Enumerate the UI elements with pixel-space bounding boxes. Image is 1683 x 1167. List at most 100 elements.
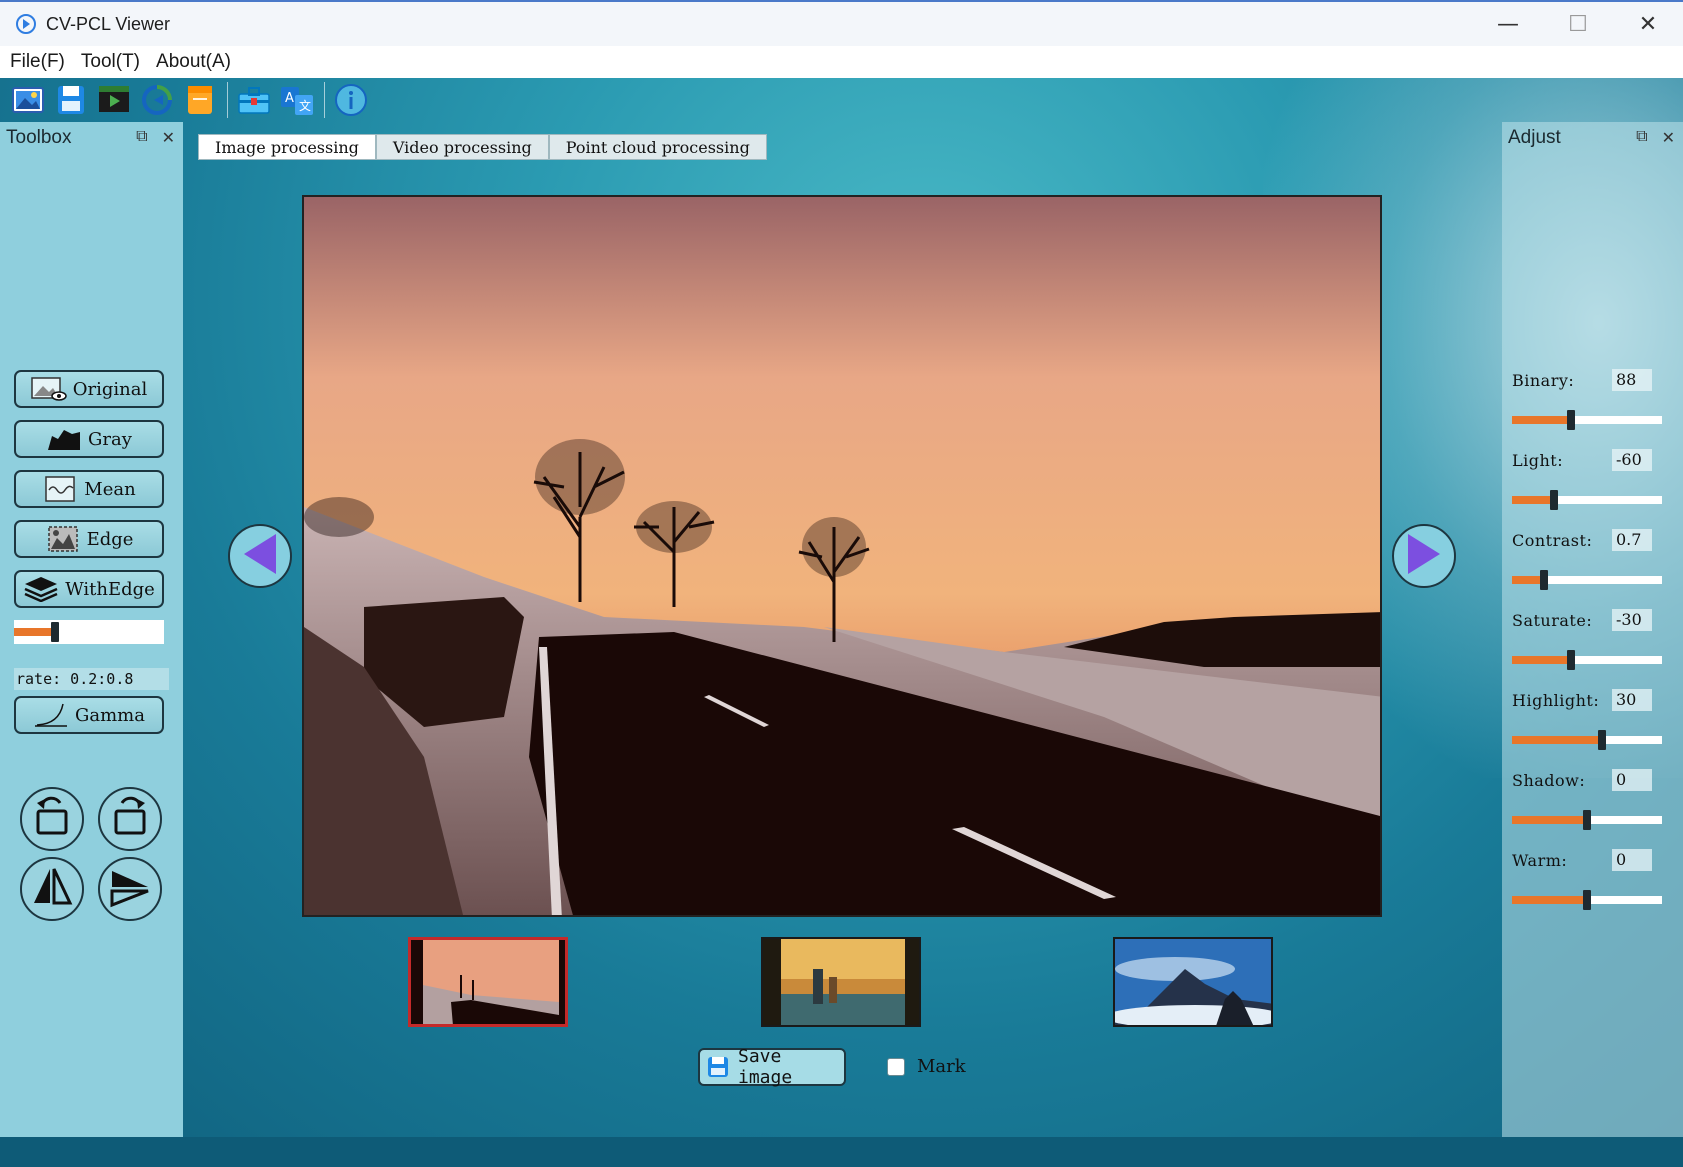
- mean-filter-icon: [42, 476, 78, 502]
- notes-icon[interactable]: [182, 83, 218, 117]
- gray-label: Gray: [88, 428, 132, 450]
- binary-slider[interactable]: [1512, 408, 1662, 432]
- close-icon[interactable]: ✕: [1662, 128, 1675, 148]
- withedge-label: WithEdge: [65, 578, 155, 600]
- thumbnail-hikers-river[interactable]: [761, 937, 921, 1027]
- translate-icon[interactable]: A文: [279, 83, 315, 117]
- flip-vertical-button[interactable]: [98, 857, 162, 921]
- previous-image-button[interactable]: [228, 524, 292, 588]
- highlight-slider[interactable]: [1512, 728, 1662, 752]
- minimize-button[interactable]: —: [1473, 2, 1543, 46]
- thumbnail-mountain-clouds[interactable]: [1113, 937, 1273, 1027]
- slider-track: [1554, 496, 1662, 504]
- rate-slider[interactable]: [14, 620, 164, 644]
- toolbox-title: Toolbox: [6, 127, 72, 148]
- info-icon[interactable]: [333, 83, 369, 117]
- warm-label: Warm:: [1512, 851, 1568, 870]
- flip-horizontal-icon: [30, 865, 74, 913]
- mark-checkbox[interactable]: [887, 1057, 905, 1076]
- window-controls: — ☐ ✕: [1473, 2, 1683, 46]
- slider-fill: [1512, 816, 1587, 824]
- gray-button[interactable]: Gray: [14, 420, 164, 458]
- shadow-slider[interactable]: [1512, 808, 1662, 832]
- slider-track: [1587, 896, 1662, 904]
- save-image-button[interactable]: Save image: [698, 1046, 846, 1088]
- thumbnail-image: [411, 940, 565, 1024]
- save-icon[interactable]: [53, 83, 89, 117]
- light-slider[interactable]: [1512, 488, 1662, 512]
- slider-track: [1544, 576, 1662, 584]
- float-icon[interactable]: ⧉: [1636, 128, 1647, 148]
- float-icon[interactable]: ⧉: [136, 128, 147, 148]
- slider-thumb[interactable]: [51, 622, 59, 642]
- contrast-label: Contrast:: [1512, 531, 1593, 550]
- slider-track: [1602, 736, 1662, 744]
- slider-thumb[interactable]: [1567, 650, 1575, 670]
- original-label: Original: [72, 378, 148, 400]
- processing-tabs: Image processing Video processing Point …: [198, 134, 767, 160]
- slider-track: [1571, 656, 1662, 664]
- toolbox-panel: Toolbox ⧉ ✕ Original Gray Mean Edge With…: [0, 122, 183, 1137]
- saturate-value: -30: [1612, 609, 1652, 631]
- thumbnail-image: [1115, 939, 1271, 1025]
- refresh-icon[interactable]: [139, 83, 175, 117]
- slider-thumb[interactable]: [1598, 730, 1606, 750]
- mark-checkbox-group[interactable]: Mark: [887, 1056, 966, 1077]
- slider-thumb[interactable]: [1550, 490, 1558, 510]
- saturate-slider[interactable]: [1512, 648, 1662, 672]
- flip-horizontal-button[interactable]: [20, 857, 84, 921]
- mean-button[interactable]: Mean: [14, 470, 164, 508]
- tab-point-cloud-processing[interactable]: Point cloud processing: [548, 134, 767, 160]
- tab-video-processing[interactable]: Video processing: [375, 134, 549, 160]
- edge-button[interactable]: Edge: [14, 520, 164, 558]
- maximize-button[interactable]: ☐: [1543, 2, 1613, 46]
- slider-thumb[interactable]: [1567, 410, 1575, 430]
- next-image-button[interactable]: [1392, 524, 1456, 588]
- slider-thumb[interactable]: [1583, 810, 1591, 830]
- warm-slider[interactable]: [1512, 888, 1662, 912]
- gamma-label: Gamma: [75, 704, 145, 726]
- gamma-curve-icon: [33, 702, 69, 728]
- rotate-right-icon: [108, 795, 152, 843]
- original-button[interactable]: Original: [14, 370, 164, 408]
- slider-fill: [1512, 656, 1571, 664]
- slider-fill: [1512, 736, 1602, 744]
- menu-file[interactable]: File(F): [10, 51, 65, 73]
- tab-image-processing[interactable]: Image processing: [198, 134, 376, 160]
- window-title: CV-PCL Viewer: [46, 13, 171, 34]
- slider-fill: [1512, 496, 1554, 504]
- rotate-left-icon: [30, 795, 74, 843]
- mark-label: Mark: [917, 1056, 966, 1077]
- rotate-right-button[interactable]: [98, 787, 162, 851]
- layers-icon: [23, 576, 59, 603]
- shadow-value: 0: [1612, 769, 1652, 791]
- slider-thumb[interactable]: [1540, 570, 1548, 590]
- toolbar-separator: [227, 82, 228, 118]
- highlight-value: 30: [1612, 689, 1652, 711]
- video-icon[interactable]: [96, 83, 132, 117]
- binary-value: 88: [1612, 369, 1652, 391]
- save-icon: [706, 1055, 730, 1079]
- close-icon[interactable]: ✕: [162, 128, 175, 148]
- slider-fill: [14, 628, 55, 636]
- slider-thumb[interactable]: [1583, 890, 1591, 910]
- menu-tool[interactable]: Tool(T): [81, 51, 140, 73]
- thumbnail-sunset-road[interactable]: [408, 937, 568, 1027]
- main-image-view: [302, 195, 1382, 917]
- contrast-slider[interactable]: [1512, 568, 1662, 592]
- open-image-icon[interactable]: [10, 83, 46, 117]
- gamma-button[interactable]: Gamma: [14, 696, 164, 734]
- svg-text:文: 文: [299, 98, 311, 113]
- close-button[interactable]: ✕: [1613, 2, 1683, 46]
- rotate-left-button[interactable]: [20, 787, 84, 851]
- save-image-label: Save image: [738, 1046, 793, 1088]
- shadow-label: Shadow:: [1512, 771, 1586, 790]
- toolbox-icon[interactable]: [236, 83, 272, 117]
- warm-value: 0: [1612, 849, 1652, 871]
- adjust-title: Adjust: [1508, 127, 1561, 148]
- withedge-button[interactable]: WithEdge: [14, 570, 164, 608]
- menu-about[interactable]: About(A): [156, 51, 231, 73]
- rate-label: rate: 0.2:0.8: [14, 668, 169, 690]
- mean-label: Mean: [84, 478, 136, 500]
- flip-vertical-icon: [108, 865, 152, 913]
